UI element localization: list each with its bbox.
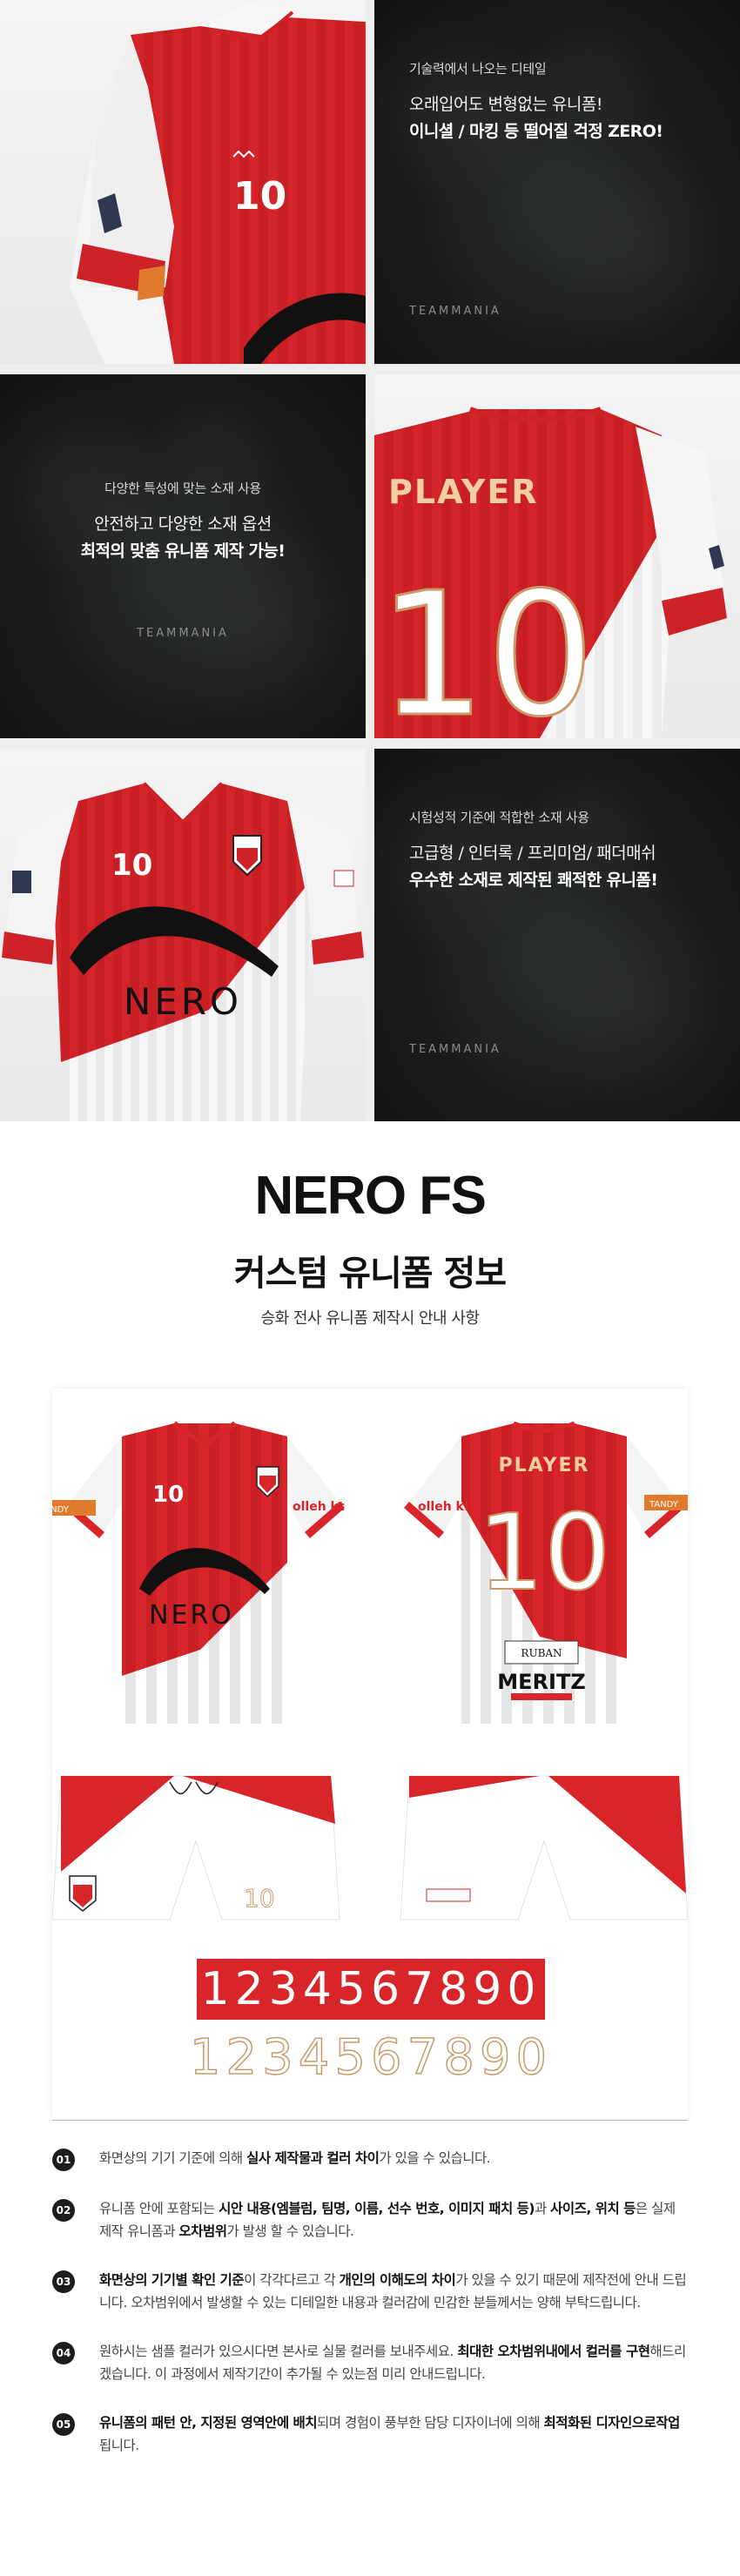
feature-headline: 이니셜 / 마킹 등 떨어질 걱정 ZERO! xyxy=(409,122,663,141)
notice-item: 02 유니폼 안에 포함되는 시안 내용(엠블럼, 팀명, 이름, 선수 번호,… xyxy=(52,2197,688,2243)
back-player-name: PLAYER xyxy=(499,1455,590,1476)
notice-list: 01 화면상의 기기 기준에 의해 실사 제작물과 컬러 차이가 있을 수 있습… xyxy=(52,2147,688,2483)
back-number: 10 xyxy=(378,556,595,738)
front-jersey: 10 NERO olleh kt TANDY xyxy=(52,1421,345,1724)
jersey-front-image: 10 NERO xyxy=(2,782,364,1121)
feature-line: 안전하고 다양한 소재 옵션 xyxy=(94,515,272,534)
material-feature-tile: 다양한 특성에 맞는 소재 사용 안전하고 다양한 소재 옵션 최적의 맞춤 유… xyxy=(0,374,366,738)
jersey-back-closeup-tile: PLAYER 10 xyxy=(374,374,740,738)
outline-number-strip: 1234567890 xyxy=(189,2027,548,2088)
jersey-closeup-tile: 10 xyxy=(0,0,366,364)
brand-text: TEAMMANIA xyxy=(409,1043,501,1056)
section-title: 커스텀 유니폼 정보 xyxy=(233,1254,507,1294)
product-detail-page: 10 기술력에서 나오는 디테일 오래입어도 변형없는 유니폼! 이니셜 / 마… xyxy=(0,0,740,2576)
number-font-samples: 1234567890 1234567890 xyxy=(189,1959,548,2088)
notice-item: 04 원하시는 샘플 컬러가 있으시다면 본사로 실물 컬러를 보내주세요. 최… xyxy=(52,2340,688,2385)
front-number: 10 xyxy=(152,1482,184,1508)
material-feature-copy: 다양한 특성에 맞는 소재 사용 안전하고 다양한 소재 옵션 최적의 맞춤 유… xyxy=(0,479,366,562)
back-jersey: PLAYER 10 olleh kt TANDY RUBAN MERITZ xyxy=(404,1421,688,1724)
notice-text: 화면상의 기기 기준에 의해 실사 제작물과 컬러 차이가 있을 수 있습니다. xyxy=(99,2150,491,2166)
notice-text: 유니폼 안에 포함되는 시안 내용(엠블럼, 팀명, 이름, 선수 번호, 이미… xyxy=(99,2201,676,2239)
team-title: NERO FS xyxy=(254,1166,487,1226)
filled-number-strip: 1234567890 xyxy=(197,1959,545,2020)
back-sleeve-tag: TANDY xyxy=(649,1500,679,1510)
feature-caption: 시험성적 기준에 적합한 소재 사용 xyxy=(409,810,589,825)
front-shorts: 10 xyxy=(52,1775,340,1920)
notice-number: 01 xyxy=(52,2149,75,2171)
back-sponsor: olleh kt xyxy=(418,1500,470,1514)
back-sponsor-main: MERITZ xyxy=(497,1670,585,1694)
detail-feature-copy: 기술력에서 나오는 디테일 오래입어도 변형없는 유니폼! 이니셜 / 마킹 등… xyxy=(409,59,663,142)
quality-feature-copy: 시험성적 기준에 적합한 소재 사용 고급형 / 인터록 / 프리미엄/ 패더매… xyxy=(409,808,658,891)
sleeve-tag: TANDY xyxy=(52,1505,70,1515)
back-shorts xyxy=(400,1775,688,1920)
feature-headline: 최적의 맞춤 유니폼 제작 가능! xyxy=(80,541,286,561)
brand-watermark: TEAMMANIA xyxy=(0,627,366,640)
front-sponsor: olleh kt xyxy=(293,1500,345,1514)
notice-item: 05 유니폼의 패턴 안, 지정된 영역안에 배치되며 경험이 풍부한 담당 디… xyxy=(52,2411,688,2457)
shorts-number: 10 xyxy=(244,1884,275,1913)
brand-watermark: TEAMMANIA xyxy=(409,305,501,318)
feature-line: 고급형 / 인터록 / 프리미엄/ 패더매쉬 xyxy=(409,844,656,863)
jersey-back-closeup-image: PLAYER 10 xyxy=(374,407,727,738)
jersey-number: 10 xyxy=(233,174,286,219)
jersey-front-tile: 10 NERO xyxy=(0,749,366,1121)
jersey-closeup-image: 10 xyxy=(70,4,366,364)
outline-numbers: 1234567890 xyxy=(189,2028,553,2087)
brand-logo: NERO xyxy=(124,980,242,1023)
notice-number: 03 xyxy=(52,2270,75,2293)
notice-item: 03 화면상의 기기별 확인 기준이 각각다르고 각 개인의 이해도의 차이가 … xyxy=(52,2269,688,2314)
notice-item: 01 화면상의 기기 기준에 의해 실사 제작물과 컬러 차이가 있을 수 있습… xyxy=(52,2147,688,2171)
section-subtitle: 승화 전사 유니폼 제작시 안내 사항 xyxy=(260,1309,480,1328)
notice-number: 02 xyxy=(52,2199,75,2222)
player-name: PLAYER xyxy=(388,473,539,511)
back-number: 10 xyxy=(478,1493,611,1614)
notice-number: 04 xyxy=(52,2342,75,2364)
brand-watermark: TEAMMANIA xyxy=(409,1043,501,1056)
notice-text: 유니폼의 패턴 안, 지정된 영역안에 배치되며 경험이 풍부한 담당 디자이너… xyxy=(99,2415,680,2453)
section-divider xyxy=(52,2120,688,2121)
front-brand-logo: NERO xyxy=(149,1600,234,1631)
feature-line: 오래입어도 변형없는 유니폼! xyxy=(409,95,602,114)
notice-number: 05 xyxy=(52,2413,75,2436)
jersey-number: 10 xyxy=(111,848,152,883)
notice-text: 화면상의 기기별 확인 기준이 각각다르고 각 개인의 이해도의 차이가 있을 … xyxy=(99,2272,687,2310)
filled-numbers: 1234567890 xyxy=(200,1963,542,2015)
detail-feature-tile: 기술력에서 나오는 디테일 오래입어도 변형없는 유니폼! 이니셜 / 마킹 등… xyxy=(374,0,740,364)
feature-headline: 우수한 소재로 제작된 쾌적한 유니폼! xyxy=(409,871,658,890)
quality-feature-tile: 시험성적 기준에 적합한 소재 사용 고급형 / 인터록 / 프리미엄/ 패더매… xyxy=(374,749,740,1121)
notice-text: 원하시는 샘플 컬러가 있으시다면 본사로 실물 컬러를 보내주세요. 최대한 … xyxy=(99,2344,686,2382)
brand-text: TEAMMANIA xyxy=(137,627,229,640)
brand-text: TEAMMANIA xyxy=(409,305,501,318)
feature-grid: 10 기술력에서 나오는 디테일 오래입어도 변형없는 유니폼! 이니셜 / 마… xyxy=(0,0,740,1121)
feature-caption: 기술력에서 나오는 디테일 xyxy=(409,61,547,77)
feature-caption: 다양한 특성에 맞는 소재 사용 xyxy=(104,481,261,496)
back-sponsor-top: RUBAN xyxy=(521,1647,562,1659)
